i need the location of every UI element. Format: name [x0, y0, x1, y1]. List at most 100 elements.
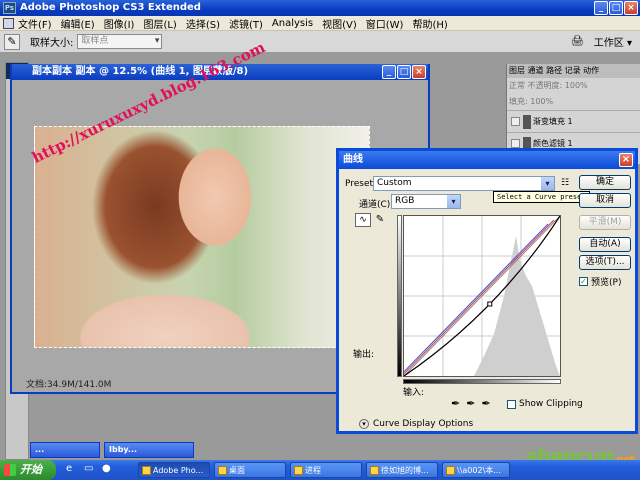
layers-fill-row: 填充: 100%: [507, 94, 640, 110]
channel-value: RGB: [395, 196, 415, 206]
preset-value: Custom: [377, 178, 412, 188]
taskbar-network-folder[interactable]: \\a002\本...: [442, 462, 510, 478]
channel-label: 通道(C):: [359, 200, 394, 210]
pencil-icon[interactable]: ✎: [373, 213, 387, 227]
minimized-window-2[interactable]: Ibby...: [104, 442, 194, 458]
layer-row[interactable]: 渐变填充 1: [507, 110, 640, 132]
menu-bar: 文件(F) 编辑(E) 图像(I) 图层(L) 选择(S) 滤镜(T) Anal…: [0, 16, 640, 31]
show-clipping[interactable]: Show Clipping: [507, 399, 583, 409]
app-titlebar: Ps Adobe Photoshop CS3 Extended _ □ ×: [0, 0, 640, 16]
sample-size-label: 取样大小:: [30, 38, 74, 49]
taskbar-blog-label: 徐如旭的博...: [381, 466, 429, 475]
show-clipping-checkbox[interactable]: [507, 399, 516, 409]
auto-button[interactable]: 自动(A): [579, 237, 631, 252]
taskbar-desktop-label: 桌面: [229, 466, 245, 475]
photoshop-app-icon: [142, 466, 151, 475]
taskbar: 开始 e ▭ ● Adobe Pho... 桌面 进程 徐如旭的博... \\a…: [0, 460, 640, 480]
menu-filter[interactable]: 滤镜(T): [229, 16, 263, 31]
media-icon[interactable]: ●: [102, 463, 111, 474]
channel-select[interactable]: RGB ▾: [391, 194, 461, 209]
start-button[interactable]: 开始: [0, 460, 56, 480]
curve-display-options-label: Curve Display Options: [373, 419, 474, 429]
sample-size-select[interactable]: 取样点: [77, 34, 163, 49]
taskbar-network-folder-label: \\a002\本...: [457, 466, 501, 475]
expand-icon[interactable]: ▾: [359, 419, 369, 429]
start-label: 开始: [20, 463, 42, 476]
curve-display-options-toggle[interactable]: ▾ Curve Display Options: [359, 419, 473, 429]
options-button[interactable]: 选项(T)...: [579, 255, 631, 270]
folder-icon: [294, 466, 303, 475]
menu-select[interactable]: 选择(S): [186, 16, 220, 31]
browser-icon: [370, 466, 379, 475]
preview-label: 预览(P): [591, 278, 622, 288]
preset-label: Preset:: [345, 179, 377, 189]
taskbar-photoshop-label: Adobe Pho...: [153, 466, 204, 475]
eyedropper-icon[interactable]: ✎: [4, 33, 20, 50]
menu-layer[interactable]: 图层(L): [143, 16, 176, 31]
curve-edit-icon[interactable]: ∿: [355, 213, 371, 227]
visibility-eye-icon[interactable]: [511, 117, 520, 126]
preset-select[interactable]: Custom ▾: [373, 176, 555, 191]
maximize-button[interactable]: □: [609, 1, 623, 15]
curve-control-point: [487, 301, 493, 307]
preset-options-icon[interactable]: ☷: [561, 178, 569, 188]
taskbar-photoshop[interactable]: Adobe Pho...: [138, 462, 210, 478]
chevron-down-icon[interactable]: ▾: [541, 177, 554, 190]
cancel-button[interactable]: 取消: [579, 193, 631, 208]
menu-window[interactable]: 窗口(W): [366, 16, 404, 31]
smooth-button[interactable]: 平滑(M): [579, 215, 631, 230]
workspace-menu[interactable]: 工作区 ▾: [594, 34, 632, 49]
menu-file[interactable]: 文件(F): [18, 16, 52, 31]
output-gradient: [397, 215, 402, 377]
menu-view[interactable]: 视图(V): [322, 16, 357, 31]
taskbar-desktop[interactable]: 桌面: [214, 462, 286, 478]
show-clipping-label: Show Clipping: [519, 399, 583, 409]
minimize-button[interactable]: _: [594, 1, 608, 15]
taskbar-blog[interactable]: 徐如旭的博...: [366, 462, 438, 478]
ie-icon[interactable]: e: [66, 463, 72, 474]
canvas-image[interactable]: [34, 126, 370, 348]
preset-tooltip: Select a Curve preset: [493, 191, 590, 203]
curves-titlebar: 曲线 ×: [339, 151, 635, 169]
curves-dialog: 曲线 × Preset: Custom ▾ ☷ Select a Curve p…: [336, 148, 638, 434]
layers-blend-row: 正常 不透明度: 100%: [507, 78, 640, 94]
black-eyedropper-icon[interactable]: ✒: [451, 397, 460, 410]
minimized-window-2-title: Ibby...: [109, 445, 138, 454]
gray-eyedropper-icon[interactable]: ✒: [466, 397, 475, 410]
photoshop-icon: Ps: [3, 2, 16, 14]
app-title: Adobe Photoshop CS3 Extended: [20, 2, 201, 13]
doc-maximize-button[interactable]: □: [397, 65, 411, 79]
preview-checkbox[interactable]: ✓: [579, 277, 588, 286]
window-menu-icon[interactable]: [3, 18, 14, 29]
show-desktop-icon[interactable]: ▭: [84, 463, 93, 474]
folder-icon: [218, 466, 227, 475]
fill-field[interactable]: 填充: 100%: [509, 97, 553, 106]
eyedropper-group: ✒ ✒ ✒: [451, 397, 491, 410]
blend-mode-select[interactable]: 正常: [509, 81, 525, 90]
doc-close-button[interactable]: ×: [412, 65, 426, 79]
opacity-field[interactable]: 不透明度: 100%: [528, 81, 588, 90]
ok-button[interactable]: 确定: [579, 175, 631, 190]
chevron-down-icon[interactable]: ▾: [447, 195, 460, 208]
menu-image[interactable]: 图像(I): [104, 16, 135, 31]
minimized-window-1-title: ...: [35, 445, 45, 454]
taskbar-process[interactable]: 进程: [290, 462, 362, 478]
histogram: [474, 236, 560, 376]
curve-graph[interactable]: [391, 215, 561, 385]
palette-well-icon[interactable]: 🖨: [571, 36, 584, 47]
input-label: 输入:: [403, 388, 425, 398]
curves-close-button[interactable]: ×: [619, 153, 633, 167]
menu-help[interactable]: 帮助(H): [412, 16, 447, 31]
close-button[interactable]: ×: [624, 1, 638, 15]
visibility-eye-icon[interactable]: [511, 139, 520, 148]
layer-name: 颜色滤镜 1: [533, 139, 573, 148]
minimized-window-1[interactable]: ...: [30, 442, 100, 458]
curves-title: 曲线: [343, 154, 363, 165]
layers-tabs[interactable]: 图层 通道 路径 记录 动作: [507, 64, 640, 78]
menu-edit[interactable]: 编辑(E): [61, 16, 95, 31]
preview-toggle[interactable]: ✓ 预览(P): [579, 275, 621, 288]
curve-svg: [391, 215, 561, 385]
doc-minimize-button[interactable]: _: [382, 65, 396, 79]
output-label: 输出:: [353, 350, 375, 360]
white-eyedropper-icon[interactable]: ✒: [481, 397, 490, 410]
